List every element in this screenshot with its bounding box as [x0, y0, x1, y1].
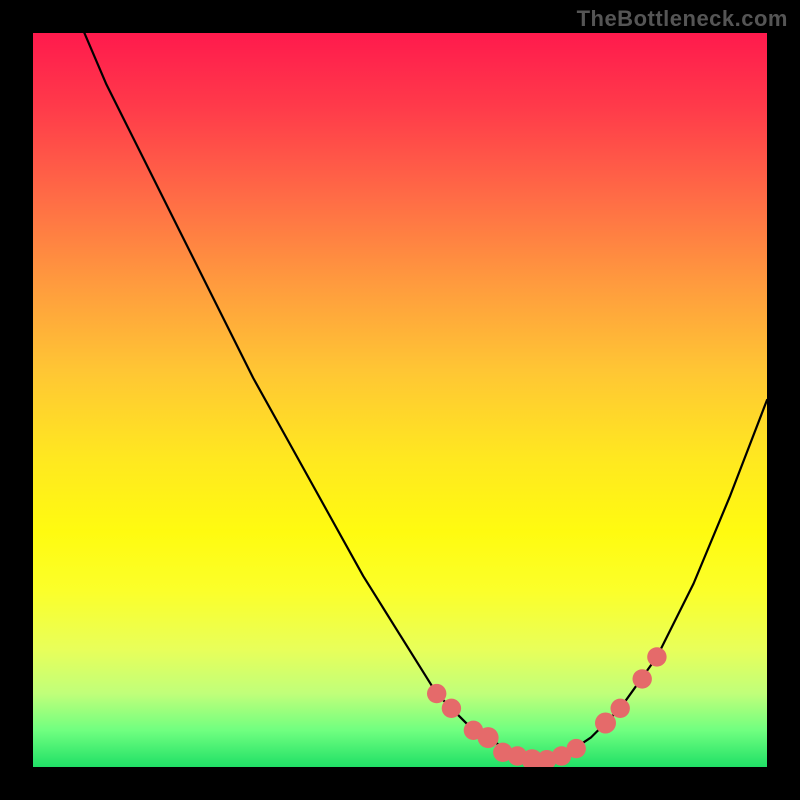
bottleneck-curve	[84, 33, 767, 760]
marker-dots	[427, 647, 667, 767]
marker-dot	[647, 647, 666, 666]
marker-dot	[567, 739, 586, 758]
marker-dot	[611, 699, 630, 718]
chart-svg	[33, 33, 767, 767]
marker-dot	[442, 699, 461, 718]
chart-container: TheBottleneck.com	[0, 0, 800, 800]
watermark-text: TheBottleneck.com	[577, 6, 788, 32]
marker-dot	[427, 684, 446, 703]
plot-area	[33, 33, 767, 767]
marker-dot	[595, 713, 616, 734]
marker-dot	[633, 669, 652, 688]
marker-dot	[478, 727, 499, 748]
